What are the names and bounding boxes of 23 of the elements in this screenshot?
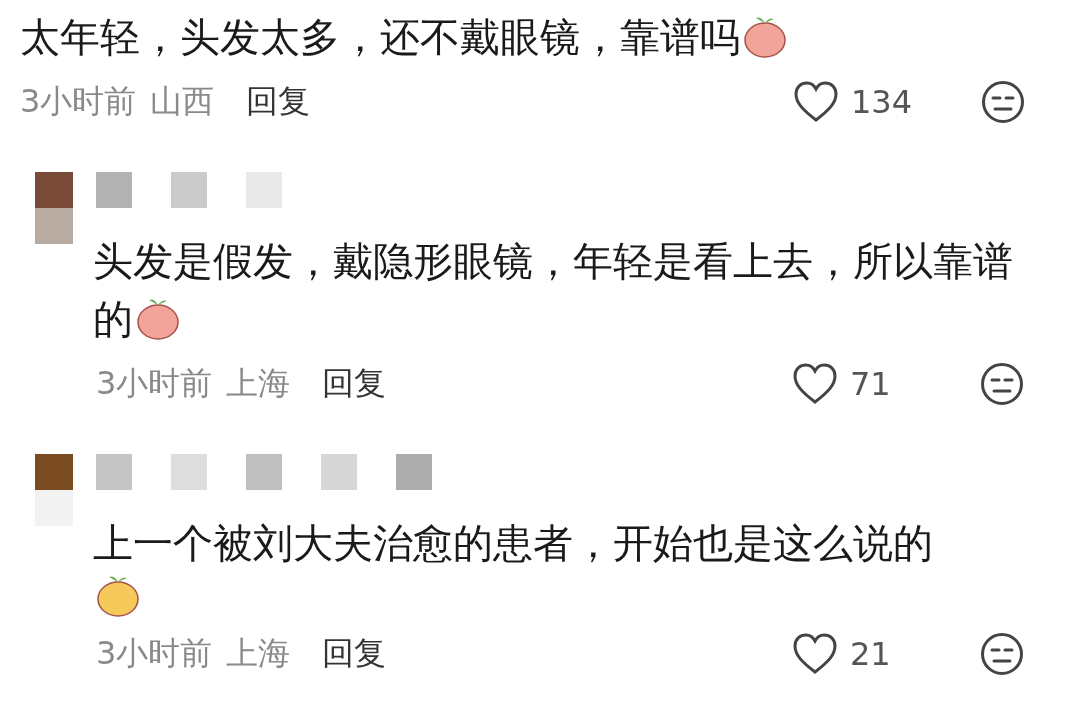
- comment-text: 太年轻，头发太多，还不戴眼镜，靠谱吗: [20, 14, 740, 60]
- neutral-face-icon[interactable]: [980, 362, 1024, 406]
- reply-text: 上一个被刘大夫治愈的患者，开始也是这么说的: [93, 520, 933, 566]
- heart-icon[interactable]: [793, 81, 839, 123]
- location-text: 上海: [226, 633, 291, 674]
- like-count: 21: [850, 635, 892, 673]
- like-count: 134: [851, 83, 914, 121]
- reply-button[interactable]: 回复: [246, 80, 311, 124]
- reply-button[interactable]: 回复: [322, 632, 387, 676]
- neutral-face-icon[interactable]: [981, 80, 1025, 124]
- heart-icon[interactable]: [792, 363, 838, 405]
- time-text: 3小时前: [96, 363, 213, 404]
- location-text: 上海: [226, 363, 291, 404]
- reply-text: 头发是假发，戴隐形眼镜，年轻是看上去，所以靠谱的: [93, 238, 1013, 342]
- time-text: 3小时前: [20, 81, 137, 122]
- reply-button[interactable]: 回复: [322, 362, 387, 406]
- avatar-drawing[interactable]: [35, 172, 73, 244]
- time-text: 3小时前: [96, 633, 213, 674]
- neutral-face-icon[interactable]: [980, 632, 1024, 676]
- like-count: 71: [850, 365, 892, 403]
- avatar-drawing[interactable]: [35, 454, 73, 526]
- heart-icon[interactable]: [792, 633, 838, 675]
- location-text: 山西: [150, 81, 215, 122]
